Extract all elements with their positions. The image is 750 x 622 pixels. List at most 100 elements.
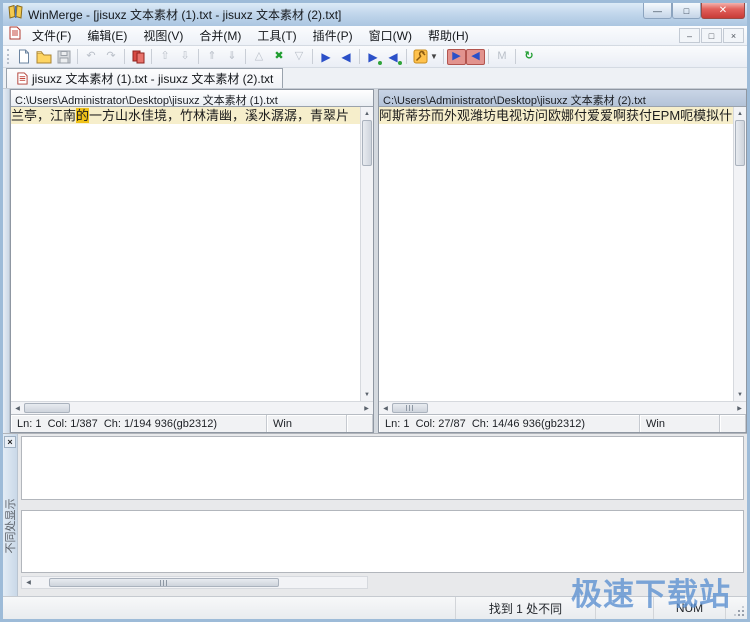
window-title: WinMerge - [jisuxz 文本素材 (1).txt - jisuxz… xyxy=(28,8,342,22)
right-status-spare xyxy=(720,415,746,432)
left-file-path-header[interactable]: C:\Users\Administrator\Desktop\jisuxz 文本… xyxy=(11,90,373,107)
scroll-left-icon[interactable]: ◀ xyxy=(379,402,392,414)
resize-grip-icon xyxy=(742,614,744,616)
options-dropdown-caret[interactable]: ▼ xyxy=(430,52,438,61)
resize-grip[interactable] xyxy=(725,597,747,619)
right-file-pane: C:\Users\Administrator\Desktop\jisuxz 文本… xyxy=(378,89,747,433)
copy-right-button[interactable]: ▶ xyxy=(316,48,336,66)
copy-all-left-button[interactable]: ◀ xyxy=(465,48,485,65)
right-eol-style: Win xyxy=(640,415,720,432)
scroll-left-icon[interactable]: ◀ xyxy=(11,402,24,414)
scroll-left-icon[interactable]: ◀ xyxy=(22,577,35,588)
new-file-icon xyxy=(19,49,29,64)
minimize-button[interactable]: — xyxy=(643,3,672,19)
copy-left-advance-button[interactable]: ◀ xyxy=(383,48,403,66)
current-diff-button[interactable]: ✖ xyxy=(269,48,289,66)
last-diff-button[interactable]: ▽ xyxy=(289,48,309,66)
prev-conflict-button[interactable]: ⇑ xyxy=(202,48,222,66)
scroll-thumb-grip xyxy=(160,579,168,586)
mdi-close-button[interactable]: × xyxy=(723,28,744,43)
left-file-pane: C:\Users\Administrator\Desktop\jisuxz 文本… xyxy=(10,89,374,433)
open-folder-icon xyxy=(36,50,52,63)
undo-button[interactable]: ↶ xyxy=(81,48,101,66)
mdi-minimize-button[interactable]: – xyxy=(679,28,700,43)
scroll-up-icon[interactable]: ▲ xyxy=(361,107,373,120)
left-line-prefix: 兰亭，江南 xyxy=(11,108,77,123)
menu-window[interactable]: 窗口(W) xyxy=(361,25,420,46)
scroll-thumb-grip xyxy=(406,405,414,411)
new-file-button[interactable] xyxy=(14,48,34,66)
diff-hscroll-thumb[interactable] xyxy=(49,578,279,587)
menu-edit[interactable]: 编辑(E) xyxy=(79,25,135,46)
diff-detail-right-box[interactable] xyxy=(21,510,744,573)
copy-left-button[interactable]: ◀ xyxy=(336,48,356,66)
rescan-icon xyxy=(132,50,144,64)
right-pane-statusbar: Ln: 1 Col: 27/87 Ch: 14/46 936(gb2312) W… xyxy=(379,414,746,432)
toolbar: ↶ ↷ ⇧ ⇩ ⇑ ⇓ △ ✖ ▽ ▶ ◀ ▶ ◀ ▼ ▶ ◀ M ↻ xyxy=(3,46,747,68)
mdi-restore-button[interactable]: □ xyxy=(701,28,722,43)
menu-view[interactable]: 视图(V) xyxy=(135,25,191,46)
menu-tools[interactable]: 工具(T) xyxy=(249,25,304,46)
maximize-button[interactable]: □ xyxy=(672,3,701,19)
diff-pane-horizontal-scrollbar[interactable]: ◀ xyxy=(21,576,369,589)
menu-merge[interactable]: 合并(M) xyxy=(191,25,249,46)
scroll-down-icon[interactable]: ▼ xyxy=(361,388,373,401)
tabbar: jisuxz 文本素材 (1).txt - jisuxz 文本素材 (2).tx… xyxy=(3,68,747,89)
scroll-up-icon[interactable]: ▲ xyxy=(734,107,746,120)
num-lock-indicator: NUM xyxy=(653,597,725,619)
menu-plugins[interactable]: 插件(P) xyxy=(305,25,361,46)
scroll-down-icon[interactable]: ▼ xyxy=(734,388,746,401)
diff-pane-close-button[interactable]: × xyxy=(4,436,16,448)
left-editor[interactable]: 兰亭，江南的一方山水佳境，竹林清幽，溪水潺潺，青翠片 xyxy=(11,107,360,401)
left-vertical-scrollbar[interactable]: ▲ ▼ xyxy=(360,107,373,401)
titlebar: WinMerge - [jisuxz 文本素材 (1).txt - jisuxz… xyxy=(3,3,747,26)
next-diff-button[interactable]: ⇩ xyxy=(175,48,195,66)
merge-mode-button[interactable]: M xyxy=(492,48,512,66)
left-eol-style: Win xyxy=(267,415,347,432)
next-conflict-button[interactable]: ⇓ xyxy=(222,48,242,66)
save-button[interactable] xyxy=(54,48,74,66)
tab-label: jisuxz 文本素材 (1).txt - jisuxz 文本素材 (2).tx… xyxy=(32,72,274,86)
scroll-right-icon[interactable]: ▶ xyxy=(733,402,746,414)
diff-pane-content: ◀ xyxy=(18,434,747,596)
refresh-button[interactable]: ↻ xyxy=(519,48,539,66)
statusbar-message-area xyxy=(3,597,455,619)
copy-right-advance-button[interactable]: ▶ xyxy=(363,48,383,66)
left-diff-line: 兰亭，江南的一方山水佳境，竹林清幽，溪水潺潺，青翠片 xyxy=(11,107,360,124)
app-icon xyxy=(8,4,23,24)
right-hscroll-thumb[interactable] xyxy=(392,403,428,413)
location-pane xyxy=(3,89,10,433)
left-vscroll-thumb[interactable] xyxy=(362,120,372,166)
menu-file[interactable]: 文件(F) xyxy=(24,25,79,46)
right-editor[interactable]: 阿斯蒂芬而外观潍坊电视访问欧娜付爱爱啊获付EPM呃模拟什 xyxy=(379,107,733,401)
diff-detail-left-box[interactable] xyxy=(21,436,744,500)
right-vscroll-thumb[interactable] xyxy=(735,120,745,166)
rescan-button[interactable] xyxy=(128,48,148,66)
menu-help[interactable]: 帮助(H) xyxy=(420,25,477,46)
scroll-right-icon[interactable]: ▶ xyxy=(360,402,373,414)
left-horizontal-scrollbar[interactable]: ◀ ▶ xyxy=(11,401,373,414)
compare-tab[interactable]: jisuxz 文本素材 (1).txt - jisuxz 文本素材 (2).tx… xyxy=(6,68,284,88)
redo-button[interactable]: ↷ xyxy=(101,48,121,66)
open-file-button[interactable] xyxy=(34,48,54,66)
diff-pane-gripper: × 不同处显示 xyxy=(3,434,18,596)
options-button[interactable] xyxy=(410,48,430,66)
menubar: 文件(F) 编辑(E) 视图(V) 合并(M) 工具(T) 插件(P) 窗口(W… xyxy=(3,26,747,46)
diff-pane-title: 不同处显示 xyxy=(5,498,17,554)
left-hscroll-thumb[interactable] xyxy=(24,403,70,413)
document-icon xyxy=(8,26,21,45)
right-line-text: 阿斯蒂芬而外观潍坊电视访问欧娜付爱爱啊获付EPM呃模拟什 xyxy=(379,108,733,123)
copy-all-right-button[interactable]: ▶ xyxy=(446,48,466,65)
right-horizontal-scrollbar[interactable]: ◀ ▶ xyxy=(379,401,746,414)
close-button[interactable]: ✕ xyxy=(701,3,745,19)
prev-diff-button[interactable]: ⇧ xyxy=(155,48,175,66)
diff-detail-pane: × 不同处显示 ◀ xyxy=(3,433,747,596)
left-line-suffix: 一方山水佳境，竹林清幽，溪水潺潺，青翠片 xyxy=(89,108,350,123)
right-file-path-header[interactable]: C:\Users\Administrator\Desktop\jisuxz 文本… xyxy=(379,90,746,107)
left-status-spare xyxy=(347,415,373,432)
save-floppy-icon xyxy=(57,50,71,63)
right-vertical-scrollbar[interactable]: ▲ ▼ xyxy=(733,107,746,401)
toolbar-grip xyxy=(7,49,10,64)
left-line-word-diff: 的 xyxy=(76,108,90,123)
first-diff-button[interactable]: △ xyxy=(249,48,269,66)
